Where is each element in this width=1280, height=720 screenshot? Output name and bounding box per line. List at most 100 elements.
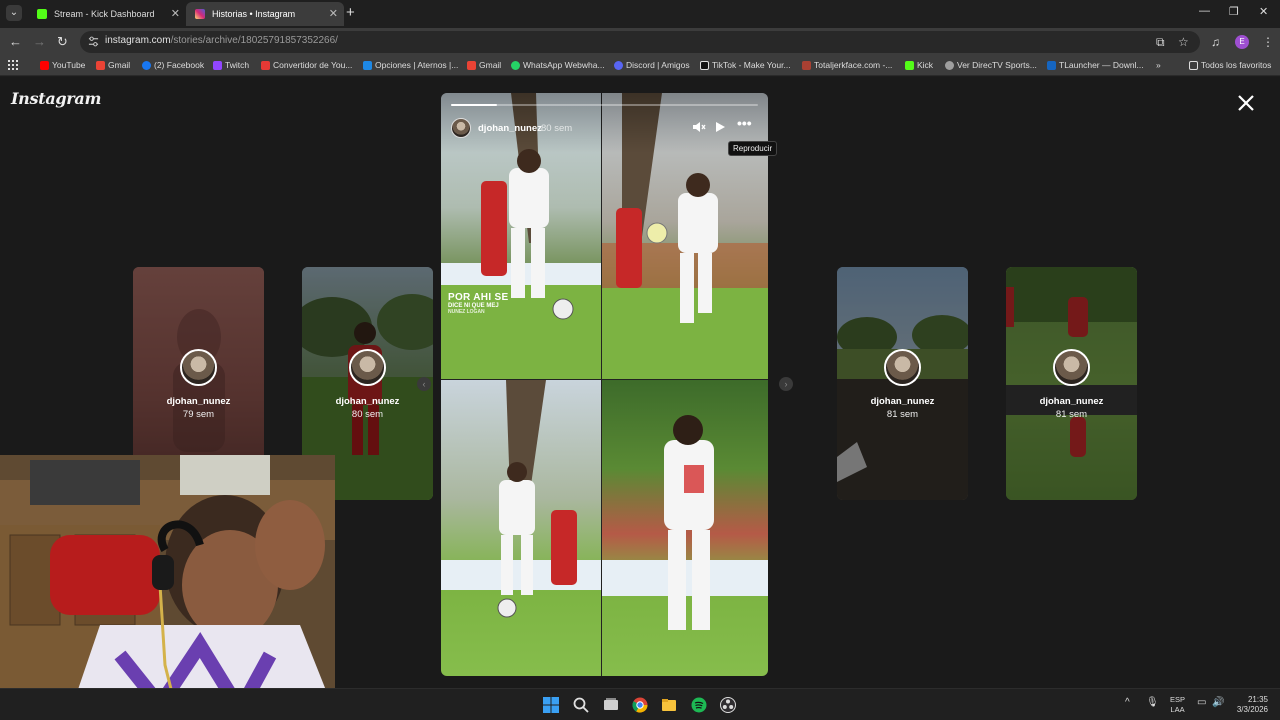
close-stories-icon[interactable]: [1236, 93, 1256, 113]
reload-icon[interactable]: ↻: [57, 34, 68, 50]
story-progress-bar: [451, 104, 758, 106]
more-options-icon[interactable]: •••: [737, 115, 752, 131]
media-controls-icon[interactable]: ♫: [1211, 35, 1220, 49]
bookmark-totaljerkface[interactable]: Totaljerkface.com -...: [802, 60, 892, 70]
windows-taskbar: ^ 🎙 ESP LAA ▭ 🔊 21:35 3/3/2026: [0, 688, 1280, 720]
restore-window-icon[interactable]: ❐: [1229, 5, 1239, 18]
bookmark-label: Discord | Amigos: [626, 60, 690, 70]
converter-icon: [261, 61, 270, 70]
bookmark-star-icon[interactable]: ☆: [1178, 35, 1189, 49]
forward-icon[interactable]: →: [33, 34, 46, 49]
kick-favicon-icon: [37, 9, 47, 19]
system-clock[interactable]: 21:35 3/3/2026: [1232, 695, 1268, 715]
bookmarks-bar: YouTube Gmail (2) Facebook Twitch Conver…: [0, 56, 1280, 76]
story-username: djohan_nunez: [1039, 396, 1104, 407]
folder-icon: [1189, 61, 1198, 70]
story-username: djohan_nunez: [335, 396, 400, 407]
gmail-icon: [96, 61, 105, 70]
bookmark-youtube-converter[interactable]: Convertidor de You...: [261, 60, 352, 70]
tab-strip: ⌄ Stream - Kick Dashboard ✕ Historias • …: [0, 0, 1280, 28]
play-icon[interactable]: [715, 121, 726, 133]
bookmark-aternos[interactable]: Opciones | Aternos |...: [363, 60, 458, 70]
language-code: ESP: [1170, 695, 1186, 704]
close-tab-icon[interactable]: ✕: [171, 2, 180, 26]
close-tab-icon[interactable]: ✕: [329, 2, 338, 26]
bookmark-tlauncher[interactable]: TLauncher — Downl...: [1047, 60, 1144, 70]
story-time: 80 sem: [351, 409, 384, 420]
whatsapp-icon: [511, 61, 520, 70]
bookmark-tiktok[interactable]: TikTok - Make Your...: [700, 60, 791, 70]
avatar: [884, 349, 921, 386]
site-settings-icon[interactable]: [88, 36, 99, 47]
twitch-icon: [213, 61, 222, 70]
bookmark-label: Ver DirecTV Sports...: [957, 60, 1037, 70]
aternos-icon: [363, 61, 372, 70]
instagram-logo[interactable]: Instagram: [11, 89, 101, 108]
microphone-icon[interactable]: 🎙: [1146, 697, 1159, 708]
volume-icon[interactable]: 🔊: [1212, 697, 1224, 708]
file-explorer-icon[interactable]: [661, 697, 677, 713]
bookmark-twitch[interactable]: Twitch: [213, 60, 249, 70]
previous-story-arrow-icon[interactable]: ‹: [417, 377, 431, 391]
avatar: [349, 349, 386, 386]
caption-line: POR AHI SE: [448, 292, 509, 303]
play-tooltip: Reproducir: [728, 141, 778, 156]
browser-toolbar: ← → ↻ instagram.com/stories/archive/1802…: [0, 28, 1280, 56]
avatar: [1053, 349, 1090, 386]
next-story-arrow-icon[interactable]: ›: [779, 377, 793, 391]
search-icon[interactable]: [573, 697, 589, 713]
caption-line: NUNEZ LOGAN: [448, 309, 485, 315]
tab-kick-dashboard[interactable]: Stream - Kick Dashboard ✕: [28, 2, 186, 26]
story-author-avatar[interactable]: [451, 118, 471, 138]
menu-kebab-icon[interactable]: ⋮: [1262, 35, 1274, 49]
url-path: /stories/archive/18025791857352266/: [170, 35, 338, 46]
story-photo-bottom-left: [441, 380, 601, 676]
new-tab-button[interactable]: +: [346, 4, 355, 21]
task-view-icon[interactable]: [603, 697, 619, 713]
bookmark-gmail[interactable]: Gmail: [96, 60, 130, 70]
story-username: djohan_nunez: [166, 396, 231, 407]
bookmark-youtube[interactable]: YouTube: [40, 60, 85, 70]
story-time: 81 sem: [886, 409, 919, 420]
bookmark-label: WhatsApp Webwha...: [523, 60, 605, 70]
install-app-icon[interactable]: ⧉: [1156, 35, 1165, 50]
more-bookmarks-icon[interactable]: »: [1156, 60, 1161, 70]
tab-instagram-stories[interactable]: Historias • Instagram ✕: [186, 2, 344, 26]
bookmark-whatsapp[interactable]: WhatsApp Webwha...: [511, 60, 605, 70]
obs-icon[interactable]: [720, 697, 736, 713]
gmail-icon: [467, 61, 476, 70]
side-story-card[interactable]: djohan_nunez 81 sem: [1006, 267, 1137, 500]
all-bookmarks-folder[interactable]: Todos los favoritos: [1189, 60, 1271, 70]
bookmark-label: Todos los favoritos: [1201, 60, 1272, 70]
tab-title: Historias • Instagram: [212, 9, 296, 19]
story-author-username[interactable]: djohan_nunez: [478, 123, 542, 134]
youtube-icon: [40, 61, 49, 70]
bookmark-directv[interactable]: Ver DirecTV Sports...: [945, 60, 1037, 70]
back-icon[interactable]: ←: [9, 34, 22, 49]
bookmark-label: TikTok - Make Your...: [712, 60, 791, 70]
facebook-icon: [142, 61, 151, 70]
bookmark-kick[interactable]: Kick: [905, 60, 933, 70]
muted-speaker-icon[interactable]: [692, 121, 706, 133]
tab-search-button[interactable]: ⌄: [6, 5, 22, 21]
profile-avatar[interactable]: E: [1235, 35, 1249, 49]
input-language[interactable]: ESP LAA: [1170, 695, 1185, 715]
chrome-icon[interactable]: [632, 697, 648, 713]
spotify-icon[interactable]: [691, 697, 707, 713]
bookmark-label: Totaljerkface.com -...: [814, 60, 893, 70]
bookmark-label: TLauncher — Downl...: [1059, 60, 1144, 70]
kick-icon: [905, 61, 914, 70]
windows-start-icon[interactable]: [543, 697, 559, 713]
apps-grid-icon[interactable]: [8, 60, 18, 72]
side-story-card[interactable]: djohan_nunez 81 sem: [837, 267, 968, 500]
show-hidden-icons-icon[interactable]: ^: [1125, 697, 1130, 708]
address-bar[interactable]: instagram.com/stories/archive/1802579185…: [80, 31, 1200, 53]
minimize-window-icon[interactable]: —: [1199, 5, 1210, 17]
bookmark-facebook[interactable]: (2) Facebook: [142, 60, 204, 70]
close-window-icon[interactable]: ✕: [1259, 5, 1268, 18]
network-icon[interactable]: ▭: [1197, 697, 1206, 708]
bookmark-discord[interactable]: Discord | Amigos: [614, 60, 690, 70]
story-username: djohan_nunez: [870, 396, 935, 407]
active-story[interactable]: POR AHI SE DICE NI QUE MEJ NUNEZ LOGAN d…: [441, 93, 768, 676]
bookmark-gmail-2[interactable]: Gmail: [467, 60, 501, 70]
